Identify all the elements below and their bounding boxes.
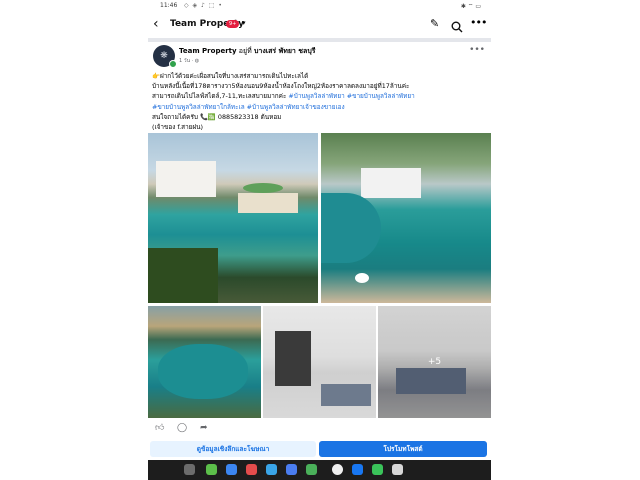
swan-float-shape (355, 273, 369, 283)
post-text-line: สนใจถามได้ครับ 📞🈯 0885823318 ต้นหอม (152, 112, 487, 122)
photo-pool-1[interactable] (148, 133, 318, 303)
umbrella-shape (243, 183, 283, 193)
messages-app-icon[interactable] (206, 464, 217, 475)
globe-icon: · ◍ (191, 58, 200, 64)
comment-icon[interactable]: ◯ (177, 423, 187, 433)
app-bar: ‹ Team Property 9+ ▾ ✎ ••• (148, 12, 491, 38)
notification-icons: ◇ ◈ ♪ ⬚ • (184, 2, 223, 9)
location-prefix: อยู่ที่ (238, 47, 252, 55)
location-name[interactable]: บางเสร่ พัทยา ชลบุรี (254, 47, 316, 55)
recent-apps-icon[interactable] (392, 464, 403, 475)
chrome-icon[interactable] (332, 464, 343, 475)
post-text-line: 👉ฝากไว้ด้วยค่ะเผื่อสนใจที่บางเสร่สามารถเ… (152, 71, 487, 81)
notification-badge: 9+ (226, 20, 240, 28)
status-bar: 11:46 ◇ ◈ ♪ ⬚ • ✱ ⌔ ▭ (148, 0, 491, 12)
post-text-line: บ้านหลังนี้เนื้อที่178ตารางวา5ห้องนอน9ห้… (152, 81, 487, 91)
back-arrow-icon[interactable]: ‹ (153, 16, 159, 32)
camera-app-icon[interactable] (246, 464, 257, 475)
browser-app-icon[interactable] (266, 464, 277, 475)
post-actions: 👍︎ ◯ ➦ (148, 420, 491, 438)
status-time: 11:46 (160, 2, 178, 9)
battery-icon: ✱ ⌔ ▭ (460, 3, 481, 10)
chevron-down-icon[interactable]: ▾ (242, 19, 246, 27)
facebook-app-icon[interactable] (352, 464, 363, 475)
page-name[interactable]: Team Property (179, 47, 237, 55)
share-icon[interactable]: ➦ (200, 423, 208, 433)
promote-button[interactable]: โปรโมทโพสต์ (319, 441, 487, 457)
post-text-segment: สนใจถามได้ครับ 📞🈯 0885823318 ต้นหอม (152, 112, 282, 121)
house-shape (238, 193, 298, 213)
taskbar (148, 460, 491, 480)
post-buttons: ดูข้อมูลเชิงลึกและโฆษณา โปรโมทโพสต์ (148, 441, 491, 459)
insights-button[interactable]: ดูข้อมูลเชิงลึกและโฆษณา (150, 441, 316, 457)
app-grid-icon[interactable] (184, 464, 195, 475)
hashtag-link[interactable]: #ขายบ้านพูลวิลล่าพัทยาใกล้ทะเล #บ้านพูลว… (152, 103, 345, 111)
door-shape (275, 331, 311, 386)
like-icon[interactable]: 👍︎ (155, 423, 164, 433)
edit-pencil-icon[interactable]: ✎ (430, 17, 439, 30)
phone-screen: 11:46 ◇ ◈ ♪ ⬚ • ✱ ⌔ ▭ ‹ Team Property 9+… (148, 0, 491, 480)
photo-pool-2[interactable] (321, 133, 491, 303)
gallery-app-icon[interactable] (226, 464, 237, 475)
line-app-icon[interactable] (372, 464, 383, 475)
post-more-icon[interactable]: ••• (469, 45, 485, 55)
post-text-segment: (เจ้าของ f.สายฝน) (152, 123, 204, 132)
pool-shape (321, 193, 381, 263)
phone-app-icon[interactable] (306, 464, 317, 475)
online-dot (169, 60, 177, 68)
bed-shape (321, 384, 371, 406)
post-header: ❋ Team Property อยู่ที่ บางเสร่ พัทยา ชล… (148, 42, 491, 70)
play-store-icon[interactable] (286, 464, 297, 475)
post-text: 👉ฝากไว้ด้วยค่ะเผื่อสนใจที่บางเสร่สามารถเ… (152, 71, 487, 132)
post-text-segment: 👉ฝากไว้ด้วยค่ะเผื่อสนใจที่บางเสร่สามารถเ… (152, 72, 309, 80)
building-shape (361, 168, 421, 198)
hashtag-link[interactable]: #บ้านพูลวิลล่าพัทยา #ขายบ้านพูลวิลล่าพัท… (288, 92, 414, 100)
post-text-segment: บ้านหลังนี้เนื้อที่178ตารางวา5ห้องนอน9ห้… (152, 82, 410, 91)
more-photos-overlay[interactable]: +5 (378, 306, 491, 418)
post-text-line: สามารถเดินไปไลฟ์สไตล์,7-11,ทะเลสบายมากค่… (152, 91, 487, 101)
palm-shape (148, 248, 218, 303)
post-text-line: (เจ้าของ f.สายฝน) (152, 122, 487, 132)
pool-shape (158, 344, 248, 399)
post-text-line: #ขายบ้านพูลวิลล่าพัทยาใกล้ทะเล #บ้านพูลว… (152, 102, 487, 112)
search-icon[interactable] (451, 18, 463, 37)
building-shape (156, 161, 216, 197)
post-meta: 1 วัน · ◍ (179, 57, 199, 65)
post-time[interactable]: 1 วัน (179, 58, 190, 64)
photo-pool-3[interactable] (148, 306, 261, 418)
photo-bedroom-1[interactable] (263, 306, 376, 418)
post-text-segment: สามารถเดินไปไลฟ์สไตล์,7-11,ทะเลสบายมากค่… (152, 92, 289, 101)
post-author[interactable]: Team Property อยู่ที่ บางเสร่ พัทยา ชลบุ… (179, 46, 316, 57)
more-options-icon[interactable]: ••• (470, 16, 487, 29)
photo-bedroom-2[interactable]: +5 (378, 306, 491, 418)
